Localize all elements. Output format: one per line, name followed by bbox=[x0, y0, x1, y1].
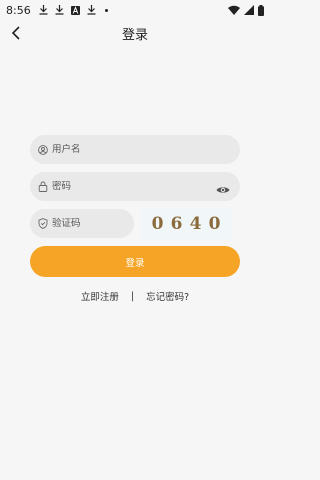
chevron-left-icon bbox=[11, 26, 20, 40]
dot-icon bbox=[104, 8, 108, 12]
download-icon bbox=[55, 5, 64, 15]
download-icon bbox=[87, 5, 96, 15]
download-icon bbox=[39, 5, 48, 15]
status-bar: 8:56 bbox=[0, 0, 270, 20]
password-field[interactable] bbox=[30, 172, 240, 201]
password-input[interactable] bbox=[52, 181, 202, 192]
shield-icon bbox=[37, 218, 49, 230]
captcha-char: 6 bbox=[170, 214, 185, 234]
user-icon bbox=[37, 144, 49, 156]
captcha-char: 0 bbox=[151, 214, 166, 234]
forgot-password-link[interactable]: 忘记密码? bbox=[146, 289, 189, 303]
username-input[interactable] bbox=[52, 144, 202, 155]
signal-icon bbox=[244, 5, 254, 15]
system-icons bbox=[228, 4, 264, 16]
notification-icons bbox=[39, 5, 108, 15]
back-button[interactable] bbox=[6, 23, 26, 43]
battery-icon bbox=[258, 4, 264, 16]
captcha-image[interactable]: 0 6 4 0 bbox=[141, 209, 233, 239]
captcha-char: 4 bbox=[189, 214, 204, 234]
captcha-field[interactable] bbox=[30, 209, 134, 238]
captcha-char: 0 bbox=[208, 214, 223, 234]
link-separator: | bbox=[130, 290, 135, 302]
auth-links: 立即注册 | 忘记密码? bbox=[0, 289, 270, 304]
login-button[interactable]: 登录 bbox=[30, 246, 240, 277]
username-field[interactable] bbox=[30, 135, 240, 164]
register-link[interactable]: 立即注册 bbox=[81, 289, 119, 303]
status-time: 8:56 bbox=[6, 3, 31, 17]
page-title: 登录 bbox=[121, 27, 148, 43]
eye-icon[interactable] bbox=[216, 180, 230, 193]
lock-icon bbox=[37, 181, 49, 193]
font-a-icon bbox=[70, 5, 80, 15]
captcha-input[interactable] bbox=[52, 218, 132, 229]
header: 登录 bbox=[0, 20, 270, 46]
wifi-icon bbox=[228, 5, 240, 15]
